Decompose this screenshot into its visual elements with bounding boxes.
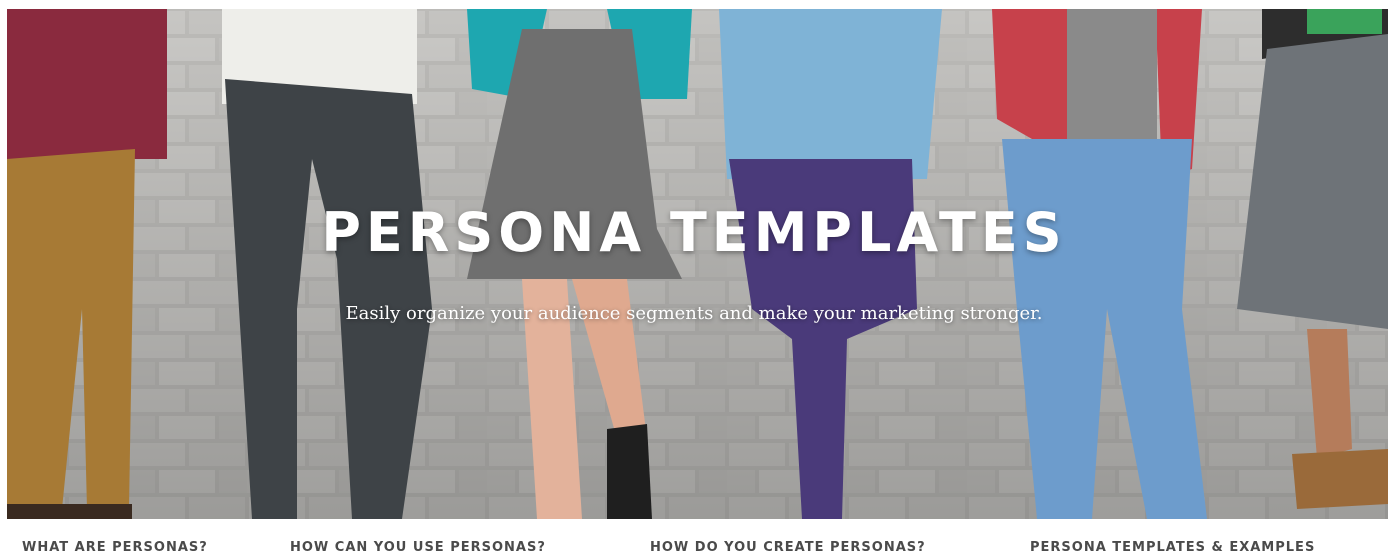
page: PERSONA TEMPLATES Easily organize your a… <box>0 0 1388 558</box>
hero-banner: PERSONA TEMPLATES Easily organize your a… <box>7 9 1388 519</box>
nav-item-how-can-you-use-personas[interactable]: HOW CAN YOU USE PERSONAS? <box>290 540 546 555</box>
hero-title: PERSONA TEMPLATES <box>321 201 1067 264</box>
nav-item-how-do-you-create-personas[interactable]: HOW DO YOU CREATE PERSONAS? <box>650 540 926 555</box>
nav-item-what-are-personas[interactable]: WHAT ARE PERSONAS? <box>22 540 208 555</box>
section-nav: WHAT ARE PERSONAS? HOW CAN YOU USE PERSO… <box>0 540 1388 558</box>
nav-item-persona-templates-examples[interactable]: PERSONA TEMPLATES & EXAMPLES <box>1030 540 1315 555</box>
hero-photo <box>7 9 1388 519</box>
hero-subtitle: Easily organize your audience segments a… <box>345 303 1043 324</box>
